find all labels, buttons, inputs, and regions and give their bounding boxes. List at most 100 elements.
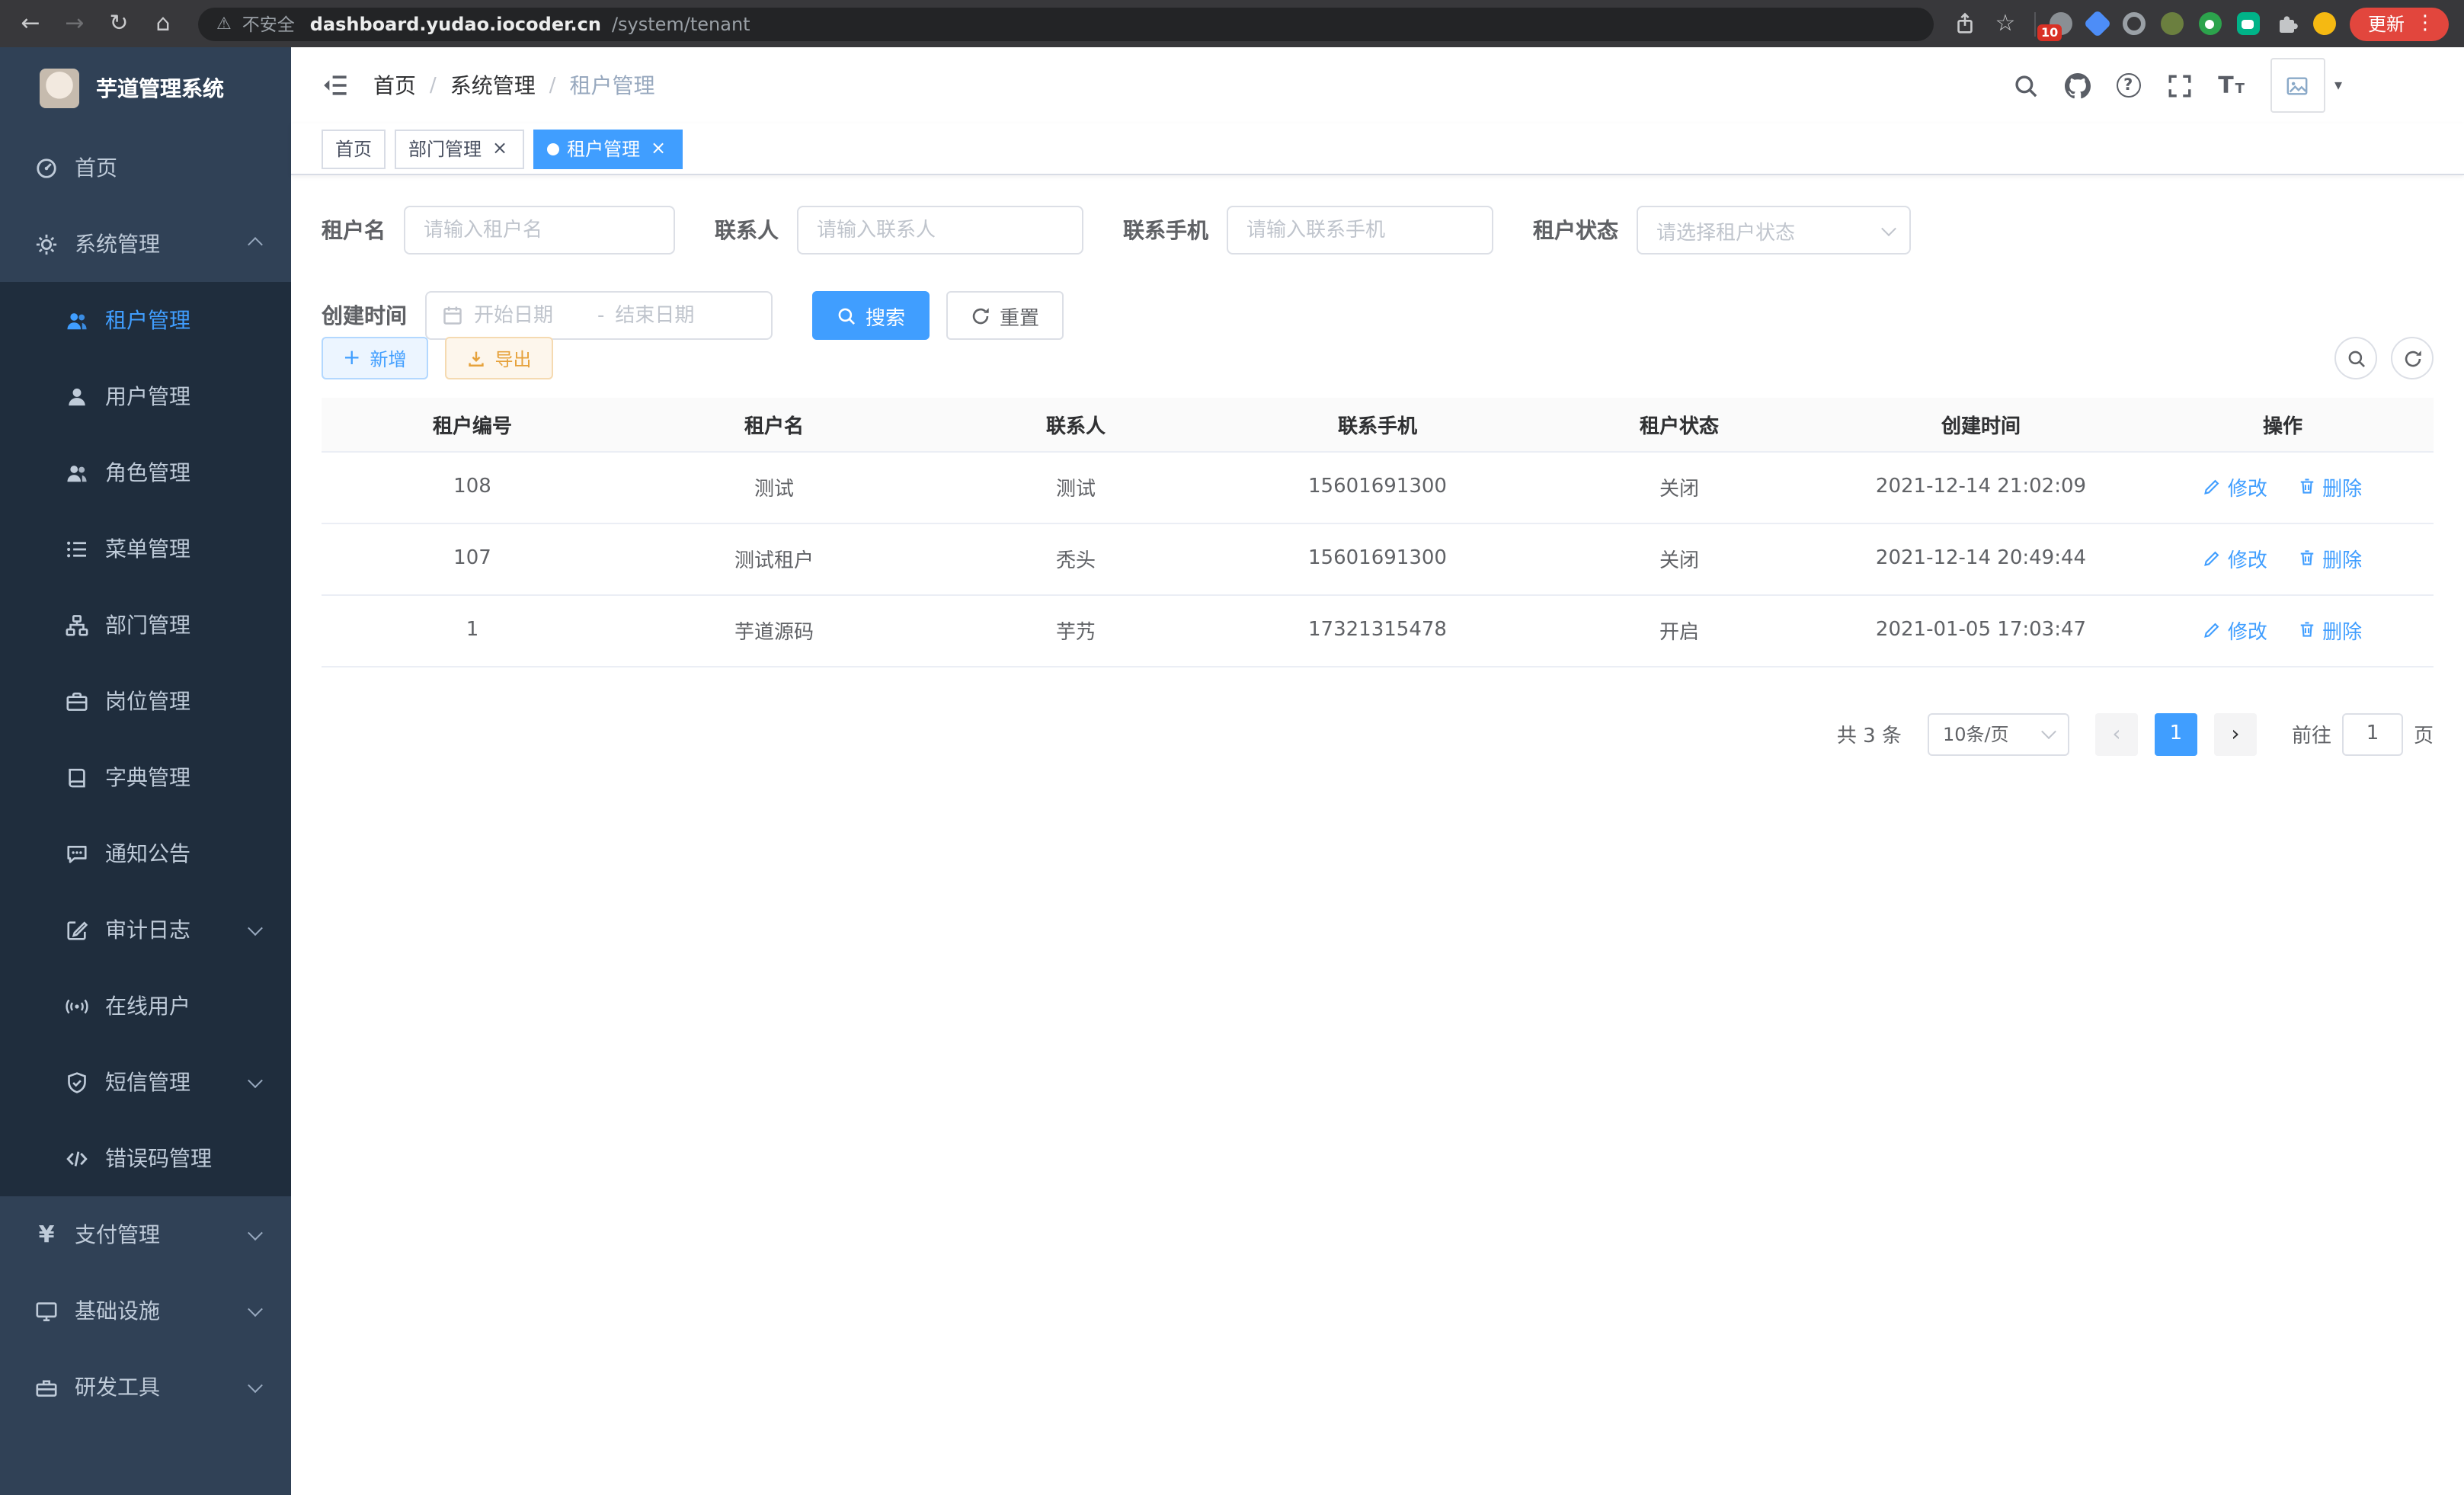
- sidebar-item-audit-log[interactable]: 审计日志: [0, 892, 291, 968]
- bookmark-star-button[interactable]: ☆: [1990, 12, 2021, 35]
- book-icon: [66, 766, 88, 789]
- edit-link[interactable]: 修改: [2203, 544, 2267, 573]
- share-button[interactable]: [1954, 12, 1976, 35]
- table-row: 107 测试租户 秃头 15601691300 关闭 2021-12-14 20…: [322, 523, 2434, 594]
- search-button[interactable]: 搜索: [812, 291, 930, 340]
- table-header-row: 租户编号 租户名 联系人 联系手机 租户状态 创建时间 操作: [322, 398, 2434, 451]
- delete-link[interactable]: 删除: [2298, 472, 2362, 501]
- page-size-select[interactable]: 10条/页: [1928, 712, 2069, 755]
- sidebar-item-label: 审计日志: [105, 914, 190, 945]
- pencil-icon: [2203, 478, 2222, 496]
- dashboard-icon: [35, 156, 58, 179]
- help-button[interactable]: ?: [2116, 73, 2140, 98]
- extension-icon[interactable]: [2123, 12, 2146, 35]
- sidebar-item-notice[interactable]: 通知公告: [0, 815, 291, 892]
- header-search-button[interactable]: [2012, 72, 2038, 98]
- chevron-down-icon: [248, 920, 263, 935]
- table-tools: [2334, 337, 2434, 379]
- prev-page-button[interactable]: ‹: [2095, 712, 2138, 755]
- sidebar-item-tenant-management[interactable]: 租户管理: [0, 282, 291, 358]
- sidebar-item-online-users[interactable]: 在线用户: [0, 968, 291, 1044]
- sidebar-item-system-management[interactable]: 系统管理: [0, 206, 291, 282]
- date-range-picker[interactable]: -: [425, 291, 773, 340]
- sidebar-item-user-management[interactable]: 用户管理: [0, 358, 291, 434]
- fullscreen-button[interactable]: [2166, 72, 2192, 98]
- breadcrumb-item-tenant: 租户管理: [570, 70, 655, 101]
- extension-icon[interactable]: [2237, 12, 2260, 35]
- profile-avatar-icon[interactable]: [2313, 12, 2336, 35]
- font-size-button[interactable]: T T: [2218, 74, 2245, 97]
- address-bar[interactable]: ⚠ 不安全 dashboard.yudao.iocoder.cn/system/…: [198, 7, 1934, 40]
- status-select[interactable]: 请选择租户状态: [1637, 206, 1911, 255]
- list-icon: [66, 537, 88, 560]
- browser-update-button[interactable]: 更新 ⋮: [2350, 7, 2449, 40]
- end-date-input[interactable]: [615, 304, 728, 327]
- tenant-name-input[interactable]: [404, 206, 675, 255]
- browser-forward-button[interactable]: →: [59, 12, 90, 35]
- column-header-contact: 联系人: [925, 398, 1227, 451]
- trash-icon: [2298, 478, 2316, 496]
- delete-link[interactable]: 删除: [2298, 616, 2362, 645]
- tab-close-icon[interactable]: ×: [648, 138, 669, 159]
- sidebar-fold-button[interactable]: [306, 62, 364, 108]
- export-button[interactable]: 导出: [445, 337, 553, 379]
- page-number-button[interactable]: 1: [2155, 712, 2197, 755]
- sidebar-item-menu-management[interactable]: 菜单管理: [0, 511, 291, 587]
- user-avatar-menu[interactable]: ▾: [2270, 58, 2342, 113]
- browser-menu-icon[interactable]: ⋮: [2415, 12, 2435, 35]
- tab-tenant-management[interactable]: 租户管理 ×: [533, 129, 683, 168]
- breadcrumb-item-home[interactable]: 首页: [373, 70, 416, 101]
- browser-back-button[interactable]: ←: [15, 12, 46, 35]
- tab-close-icon[interactable]: ×: [489, 138, 510, 159]
- extension-icon[interactable]: [2084, 10, 2112, 38]
- browser-toolbar: ← → ↻ ⌂ ⚠ 不安全 dashboard.yudao.iocoder.cn…: [0, 0, 2464, 47]
- sidebar-item-infrastructure[interactable]: 基础设施: [0, 1273, 291, 1349]
- created-cell: 2021-12-14 20:49:44: [1830, 523, 2132, 594]
- extensions-puzzle-icon[interactable]: [2275, 12, 2298, 35]
- edit-link[interactable]: 修改: [2203, 616, 2267, 645]
- github-button[interactable]: [2064, 72, 2090, 98]
- reset-button[interactable]: 重置: [946, 291, 1064, 340]
- tenant-name-cell: 测试租户: [623, 523, 925, 594]
- sidebar-item-payment-management[interactable]: ¥ 支付管理: [0, 1196, 291, 1273]
- tab-label: 首页: [335, 136, 372, 162]
- sidebar-item-home[interactable]: 首页: [0, 130, 291, 206]
- sidebar-item-post-management[interactable]: 岗位管理: [0, 663, 291, 739]
- status-select-placeholder: 请选择租户状态: [1656, 216, 1795, 245]
- browser-reload-button[interactable]: ↻: [104, 12, 134, 35]
- sidebar-item-dev-tools[interactable]: 研发工具: [0, 1349, 291, 1425]
- add-button[interactable]: + 新增: [322, 337, 428, 379]
- search-button-label: 搜索: [866, 301, 905, 330]
- extension-icon[interactable]: 10: [2050, 12, 2072, 35]
- start-date-input[interactable]: [474, 304, 587, 327]
- goto-page-input[interactable]: [2342, 712, 2403, 755]
- sidebar-item-dept-management[interactable]: 部门管理: [0, 587, 291, 663]
- app-logo[interactable]: 芋道管理系统: [0, 47, 291, 130]
- briefcase-icon: [66, 690, 88, 712]
- refresh-table-button[interactable]: [2391, 337, 2434, 379]
- sidebar-item-error-code-management[interactable]: 错误码管理: [0, 1120, 291, 1196]
- extension-icon[interactable]: [2161, 12, 2184, 35]
- toggle-search-button[interactable]: [2334, 337, 2377, 379]
- tab-home[interactable]: 首页: [322, 129, 386, 168]
- delete-link[interactable]: 删除: [2298, 544, 2362, 573]
- sidebar-item-label: 岗位管理: [105, 686, 190, 716]
- security-label: 不安全: [242, 11, 295, 36]
- delete-label: 删除: [2322, 544, 2362, 573]
- tab-label: 租户管理: [567, 136, 640, 162]
- main-area: 首页 / 系统管理 / 租户管理 ? T T ▾: [291, 47, 2464, 1495]
- sidebar-item-sms-management[interactable]: 短信管理: [0, 1044, 291, 1120]
- browser-home-button[interactable]: ⌂: [148, 12, 178, 35]
- sidebar-item-role-management[interactable]: 角色管理: [0, 434, 291, 511]
- refresh-icon: [971, 306, 990, 325]
- contact-input[interactable]: [797, 206, 1083, 255]
- next-page-button[interactable]: ›: [2214, 712, 2257, 755]
- edit-link[interactable]: 修改: [2203, 472, 2267, 501]
- phone-input[interactable]: [1227, 206, 1493, 255]
- extension-icon[interactable]: [2199, 12, 2222, 35]
- plus-icon: +: [343, 347, 360, 369]
- tab-dept-management[interactable]: 部门管理 ×: [395, 129, 524, 168]
- pencil-icon: [2203, 621, 2222, 639]
- breadcrumb-item-system[interactable]: 系统管理: [450, 70, 536, 101]
- sidebar-item-dict-management[interactable]: 字典管理: [0, 739, 291, 815]
